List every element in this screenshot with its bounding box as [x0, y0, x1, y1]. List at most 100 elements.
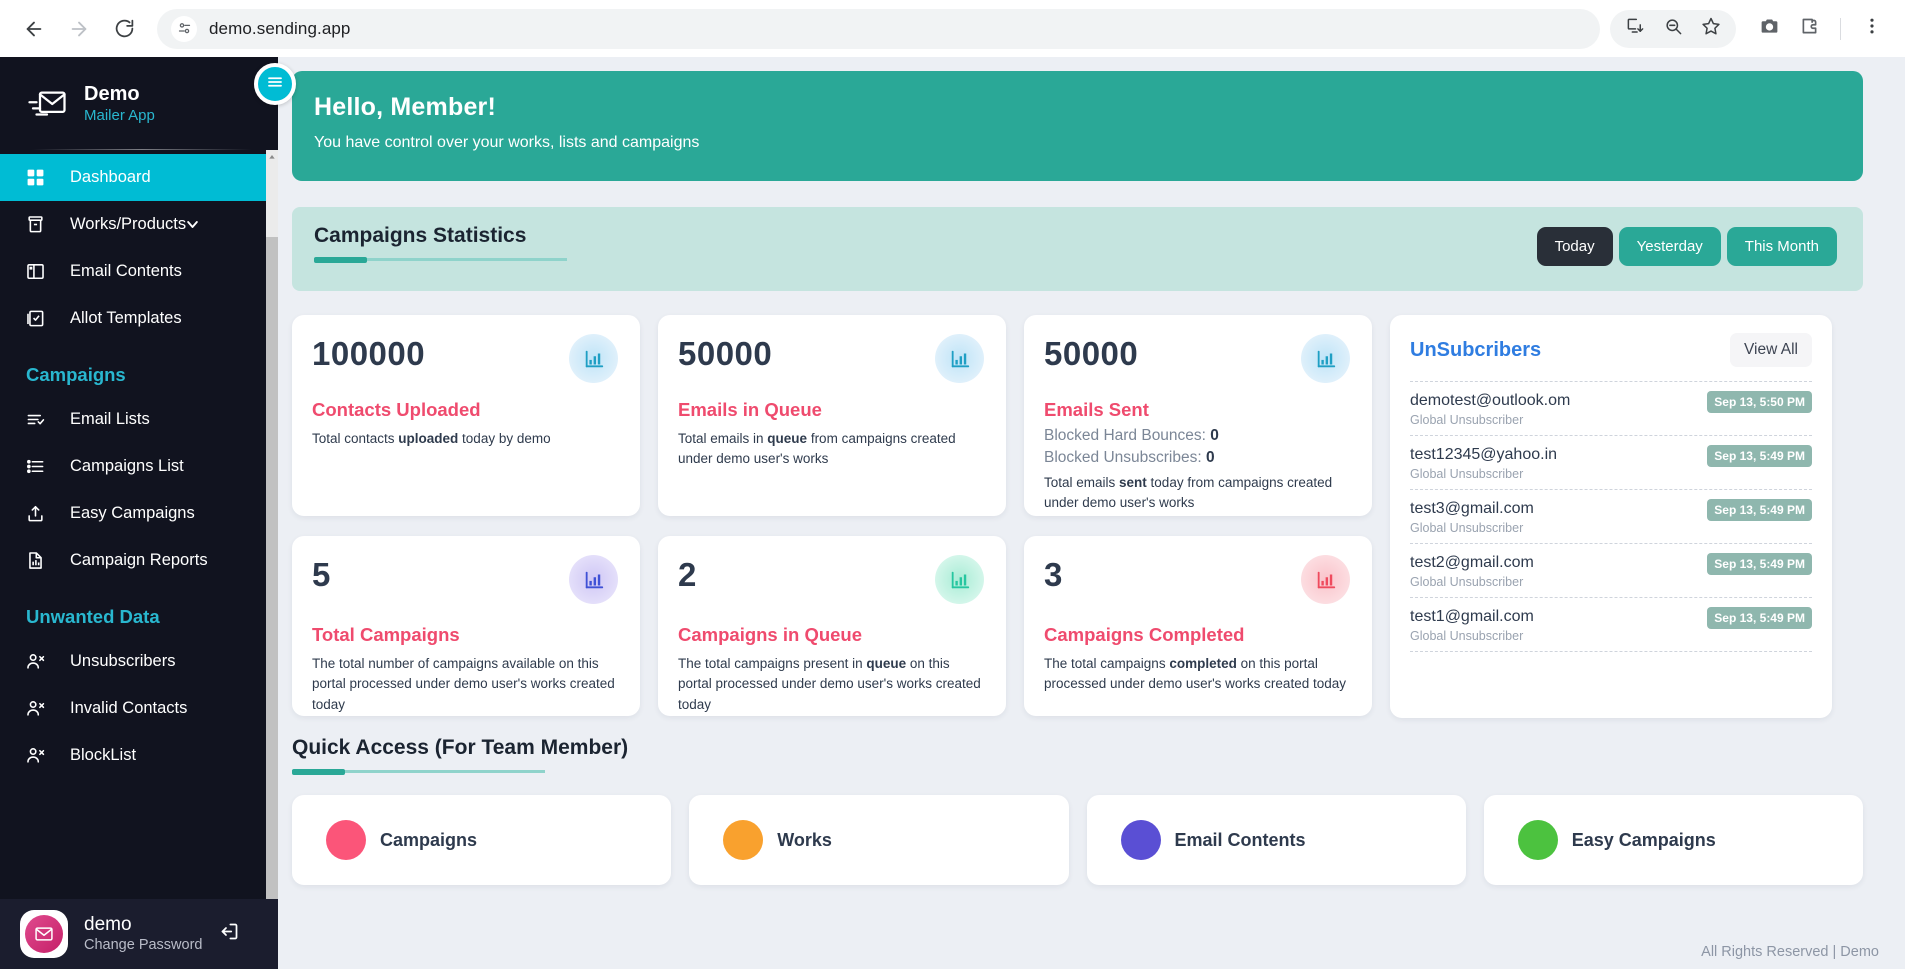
sidebar-label: Invalid Contacts	[70, 699, 188, 717]
sidebar-user-panel[interactable]: demo Change Password	[0, 899, 278, 969]
unsubscriber-type: Global Unsubscriber	[1410, 629, 1524, 643]
sidebar-scrollbar-thumb[interactable]	[266, 237, 278, 969]
sidebar-item-easy-campaigns[interactable]: Easy Campaigns	[0, 490, 278, 537]
bar-chart-icon	[1301, 555, 1350, 604]
sidebar-toggle-button[interactable]	[254, 63, 296, 105]
brand-title: Demo	[84, 82, 140, 105]
zoom-out-button[interactable]	[1654, 10, 1692, 48]
three-dot-menu-icon	[1862, 16, 1882, 41]
grid-icon	[26, 168, 50, 187]
period-yesterday-button[interactable]: Yesterday	[1618, 227, 1721, 266]
stat-card-total-campaigns[interactable]: 5 Total Campaigns The total number of ca…	[292, 536, 640, 716]
quick-access-card-campaigns[interactable]: Campaigns	[292, 795, 672, 885]
star-icon	[1701, 16, 1721, 41]
stat-description: The total number of campaigns available …	[312, 656, 615, 712]
sidebar-item-campaign-reports[interactable]: Campaign Reports	[0, 537, 278, 584]
scroll-up-arrow-icon[interactable]	[266, 150, 278, 164]
sidebar-item-unsubscribers[interactable]: Unsubscribers	[0, 638, 278, 685]
sidebar-item-allot-templates[interactable]: Allot Templates	[0, 295, 278, 342]
extensions-button[interactable]	[1790, 10, 1828, 48]
bar-chart-icon	[935, 334, 984, 383]
extensions-puzzle-icon	[1799, 16, 1820, 42]
list-check-icon	[26, 410, 50, 429]
forward-button[interactable]	[59, 9, 99, 49]
layout-icon	[26, 262, 50, 281]
stat-card-emails-in-queue[interactable]: 50000 Emails in Queue Total emails in qu…	[658, 315, 1006, 516]
template-check-icon	[26, 309, 50, 328]
sidebar-item-email-lists[interactable]: Email Lists	[0, 396, 278, 443]
change-password-link[interactable]: Change Password	[84, 937, 203, 953]
campaigns-statistics-header: Campaigns Statistics Today Yesterday Thi…	[292, 207, 1863, 291]
list-item[interactable]: test1@gmail.com Global Unsubscriber Sep …	[1410, 597, 1812, 652]
unsubscribers-panel: UnSubcribers View All demotest@outlook.o…	[1390, 315, 1832, 718]
address-bar[interactable]: demo.sending.app	[157, 8, 1600, 49]
period-this-month-button[interactable]: This Month	[1726, 227, 1837, 266]
sidebar-nav: Dashboard Works/Products Email Contents	[0, 150, 278, 779]
stat-card-contacts-uploaded[interactable]: 100000 Contacts Uploaded Total contacts …	[292, 315, 640, 516]
toolbar-actions	[1610, 9, 1891, 48]
stat-card-emails-sent[interactable]: 50000 Emails Sent Blocked Hard Bounces: …	[1024, 315, 1372, 516]
quick-access-card-easy-campaigns[interactable]: Easy Campaigns	[1483, 795, 1863, 885]
brand-subtitle: Mailer App	[84, 106, 155, 124]
status-badge: Sep 13, 5:49 PM	[1707, 607, 1812, 629]
sidebar-item-email-contents[interactable]: Email Contents	[0, 248, 278, 295]
stat-description: The total campaigns completed on this po…	[1044, 656, 1346, 692]
view-all-button[interactable]: View All	[1730, 333, 1812, 367]
stat-title: Contacts Uploaded	[312, 399, 481, 420]
list-icon	[26, 457, 50, 476]
quick-access-label: Easy Campaigns	[1571, 829, 1716, 850]
reload-button[interactable]	[104, 9, 144, 49]
period-today-button[interactable]: Today	[1536, 227, 1613, 266]
sidebar-item-campaigns-list[interactable]: Campaigns List	[0, 443, 278, 490]
sidebar-label: Email Lists	[70, 410, 150, 428]
unsubscriber-type: Global Unsubscriber	[1410, 467, 1524, 481]
sidebar-item-dashboard[interactable]: Dashboard	[0, 154, 278, 201]
chevron-down-icon[interactable]	[185, 217, 200, 232]
list-item[interactable]: test3@gmail.com Global Unsubscriber Sep …	[1410, 489, 1812, 543]
quick-access-underline	[292, 769, 545, 775]
site-info-icon[interactable]	[171, 15, 197, 42]
back-button[interactable]	[14, 9, 54, 49]
bookmark-button[interactable]	[1692, 10, 1730, 48]
blocked-unsubscribes: Blocked Unsubscribes: 0	[1044, 449, 1215, 467]
status-badge: Sep 13, 5:49 PM	[1707, 499, 1812, 521]
toolbar-separator	[1840, 17, 1841, 40]
stat-card-campaigns-completed[interactable]: 3 Campaigns Completed The total campaign…	[1024, 536, 1372, 716]
quick-access-label: Email Contents	[1174, 829, 1306, 850]
stat-card-campaigns-in-queue[interactable]: 2 Campaigns in Queue The total campaigns…	[658, 536, 1006, 716]
unsubscriber-type: Global Unsubscriber	[1410, 575, 1524, 589]
sidebar-scrollbar[interactable]	[266, 150, 278, 969]
quick-access-section: Quick Access (For Team Member)	[292, 736, 1372, 775]
sidebar-label: Campaigns List	[70, 457, 184, 475]
list-item[interactable]: test12345@yahoo.in Global Unsubscriber S…	[1410, 435, 1812, 489]
upload-icon	[26, 504, 50, 523]
browser-menu-button[interactable]	[1853, 10, 1891, 48]
logout-icon[interactable]	[219, 921, 240, 947]
sidebar-label: Easy Campaigns	[70, 504, 195, 522]
quick-access-card-email-contents[interactable]: Email Contents	[1086, 795, 1466, 885]
user-remove-icon	[26, 699, 50, 718]
easy-campaigns-dot-icon	[1517, 820, 1558, 860]
screenshot-button[interactable]	[1750, 10, 1788, 48]
install-app-icon	[1626, 17, 1645, 41]
status-badge: Sep 13, 5:49 PM	[1707, 553, 1812, 575]
sidebar-item-invalid-contacts[interactable]: Invalid Contacts	[0, 685, 278, 732]
list-item[interactable]: demotest@outlook.om Global Unsubscriber …	[1410, 381, 1812, 435]
user-remove-icon	[26, 652, 50, 671]
list-item[interactable]: test2@gmail.com Global Unsubscriber Sep …	[1410, 543, 1812, 597]
sidebar-divider	[32, 149, 252, 150]
sidebar: Demo Mailer App Dashboard Works/Products	[0, 57, 278, 969]
zoom-out-icon	[1664, 17, 1683, 41]
quick-access-card-works[interactable]: Works	[689, 795, 1069, 885]
sidebar-brand[interactable]: Demo Mailer App	[0, 57, 278, 150]
bar-chart-icon	[1301, 334, 1350, 383]
sidebar-item-works-products[interactable]: Works/Products	[0, 201, 278, 248]
box-icon	[26, 215, 50, 234]
sidebar-label: BlockList	[70, 746, 137, 764]
unsubscriber-type: Global Unsubscriber	[1410, 521, 1524, 535]
report-file-icon	[26, 551, 50, 570]
camera-icon	[1759, 16, 1780, 42]
sidebar-item-blocklist[interactable]: BlockList	[0, 732, 278, 779]
browser-toolbar: demo.sending.app	[0, 0, 1905, 57]
install-app-button[interactable]	[1616, 10, 1654, 48]
